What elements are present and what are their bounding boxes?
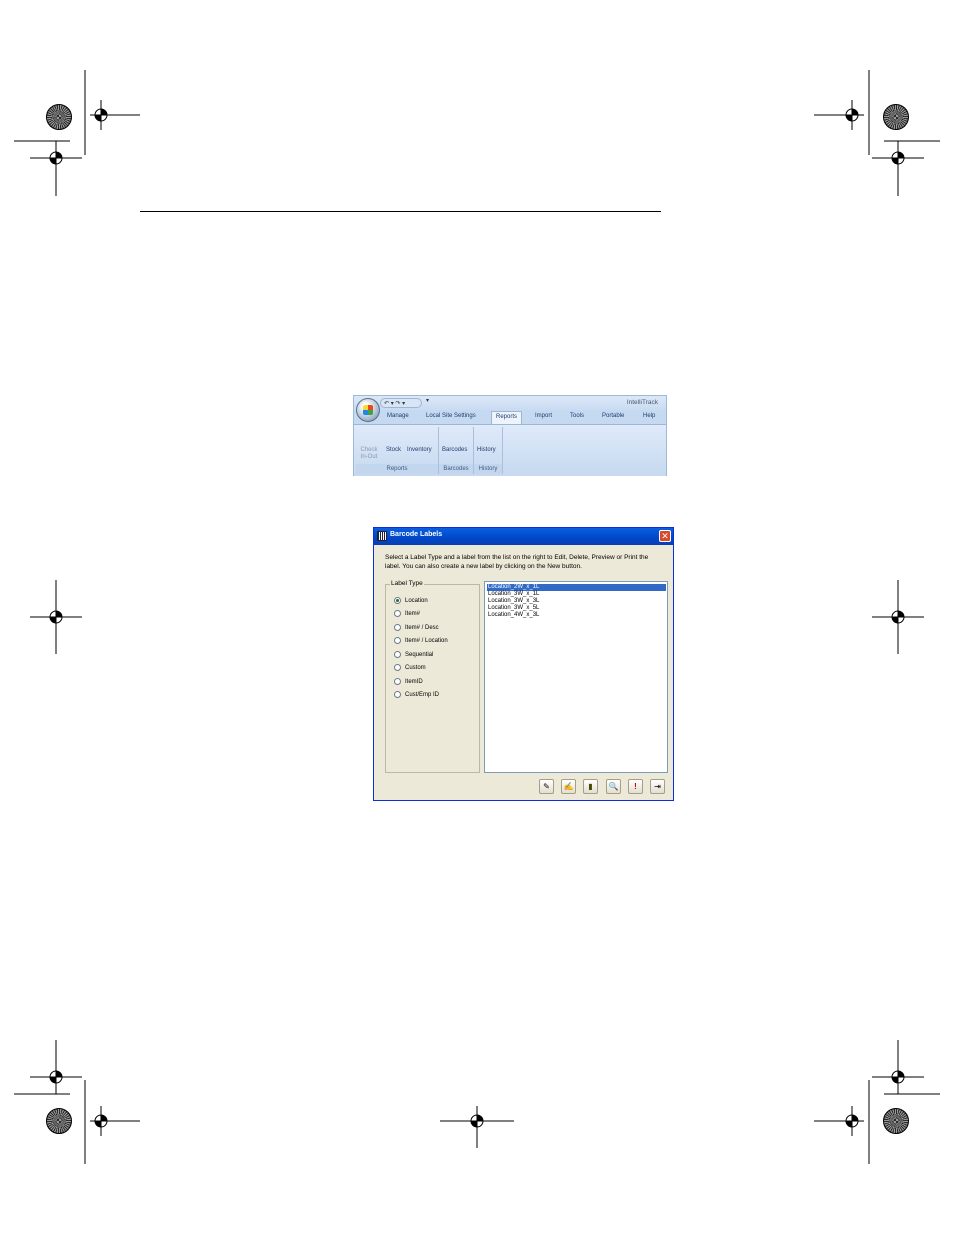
ribbon-tabs: Manage Local Site Settings Reports Impor… xyxy=(354,410,666,424)
list-item[interactable]: Location_3W_x_3L xyxy=(487,598,666,605)
preview-label-button[interactable]: 🔍 xyxy=(606,779,621,794)
dialog-title: Barcode Labels xyxy=(390,531,443,538)
radio-location[interactable]: Location xyxy=(394,597,428,605)
inventory-button[interactable]: Inventory xyxy=(407,447,432,454)
edit-label-button[interactable]: ✍ xyxy=(561,779,576,794)
tab-import[interactable]: Import xyxy=(535,413,552,419)
tab-local-site-settings[interactable]: Local Site Settings xyxy=(426,413,476,419)
radio-sequential[interactable]: Sequential xyxy=(394,651,433,659)
radio-label: Item# / Desc xyxy=(405,625,439,632)
radio-item-location[interactable]: Item# / Location xyxy=(394,637,448,645)
edit-label-icon: ✍ xyxy=(563,782,574,791)
ribbon-body: Check In-Out Stock Inventory Reports Bar… xyxy=(354,424,666,476)
radio-custom[interactable]: Custom xyxy=(394,664,426,672)
list-item[interactable]: Location_2W_x_1L xyxy=(487,584,666,591)
radio-label: ItemID xyxy=(405,679,423,686)
radio-item-number[interactable]: Item# xyxy=(394,610,420,618)
barcodes-button[interactable]: Barcodes xyxy=(442,447,467,454)
office-logo-icon xyxy=(363,405,373,415)
check-in-out-button[interactable]: Check In-Out xyxy=(359,447,379,461)
radio-item-desc[interactable]: Item# / Desc xyxy=(394,624,439,632)
labels-listbox[interactable]: Location_2W_x_1L Location_3W_x_1L Locati… xyxy=(484,581,668,773)
radio-icon xyxy=(394,691,401,698)
office-button[interactable] xyxy=(356,398,380,422)
history-button[interactable]: History xyxy=(477,447,496,454)
qat-customize-icon[interactable]: ▾ xyxy=(426,397,429,404)
radio-icon xyxy=(394,624,401,631)
new-label-icon: ✎ xyxy=(543,782,550,791)
label-type-group: Label Type Location Item# Item# / Desc I… xyxy=(385,580,480,773)
delete-label-icon: ▮ xyxy=(588,782,593,791)
barcode-labels-dialog: Barcode Labels ✕ Select a Label Type and… xyxy=(373,527,674,801)
list-item[interactable]: Location_3W_x_1L xyxy=(487,591,666,598)
radio-label: Sequential xyxy=(405,652,434,659)
delete-label-button[interactable]: ▮ xyxy=(583,779,598,794)
stock-button[interactable]: Stock xyxy=(386,447,401,454)
tab-manage[interactable]: Manage xyxy=(387,413,409,419)
radio-selected-icon xyxy=(394,597,401,604)
preview-label-icon: 🔍 xyxy=(608,782,619,791)
group-reports: Check In-Out Stock Inventory Reports xyxy=(356,427,439,474)
app-ribbon: ↶ ▾ ↷ ▾ ▾ IntelliTrack Manage Local Site… xyxy=(353,395,667,476)
tab-reports[interactable]: Reports xyxy=(491,411,523,424)
radio-itemid[interactable]: ItemID xyxy=(394,678,423,686)
radio-icon xyxy=(394,637,401,644)
exit-icon: ⇥ xyxy=(654,782,661,791)
close-button[interactable]: ✕ xyxy=(659,530,671,542)
undo-redo-buttons[interactable]: ↶ ▾ ↷ ▾ xyxy=(380,398,422,408)
radio-label: Custom xyxy=(405,665,426,672)
list-item[interactable]: Location_4W_x_3L xyxy=(487,612,666,619)
app-title: IntelliTrack xyxy=(626,399,658,406)
radio-icon xyxy=(394,678,401,685)
group-reports-caption: Reports xyxy=(356,464,438,474)
group-history-caption: History xyxy=(474,464,502,474)
radio-label: Location xyxy=(405,598,428,605)
tab-tools[interactable]: Tools xyxy=(570,413,584,419)
group-history: History History xyxy=(474,427,503,474)
print-label-icon: ! xyxy=(634,782,637,791)
tab-portable[interactable]: Portable xyxy=(602,413,624,419)
group-barcodes-caption: Barcodes xyxy=(439,464,473,474)
group-barcodes: Barcodes Barcodes xyxy=(439,427,474,474)
radio-label: Cust/Emp ID xyxy=(405,692,440,699)
label-type-legend: Label Type xyxy=(390,580,424,587)
barcode-icon xyxy=(377,531,387,541)
radio-label: Item# / Location xyxy=(405,638,448,645)
instructions-text: Select a Label Type and a label from the… xyxy=(385,554,649,570)
dialog-title-bar[interactable]: Barcode Labels ✕ xyxy=(374,528,673,545)
radio-icon xyxy=(394,610,401,617)
print-label-button[interactable]: ! xyxy=(628,779,643,794)
exit-button[interactable]: ⇥ xyxy=(650,779,665,794)
tab-help[interactable]: Help xyxy=(643,413,655,419)
radio-label: Item# xyxy=(405,611,421,618)
list-item[interactable]: Location_3W_x_5L xyxy=(487,605,666,612)
new-label-button[interactable]: ✎ xyxy=(539,779,554,794)
radio-icon xyxy=(394,651,401,658)
quick-access-toolbar: ↶ ▾ ↷ ▾ ▾ IntelliTrack xyxy=(354,396,666,410)
header-rule xyxy=(140,211,661,212)
radio-icon xyxy=(394,664,401,671)
radio-cust-emp-id[interactable]: Cust/Emp ID xyxy=(394,691,439,699)
